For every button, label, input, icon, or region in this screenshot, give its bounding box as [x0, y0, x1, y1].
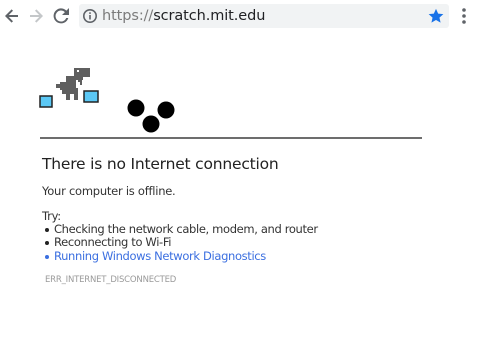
- star-icon[interactable]: [427, 7, 445, 25]
- offline-dino-illustration[interactable]: [36, 60, 186, 140]
- kebab-menu-icon[interactable]: [458, 6, 470, 26]
- arrow-right-icon: [30, 9, 43, 23]
- error-heading: There is no Internet connection: [42, 155, 279, 173]
- network-diagnostics-link[interactable]: Running Windows Network Diagnostics: [42, 249, 318, 263]
- computer-icon-right: [83, 90, 99, 103]
- suggestions-list: Checking the network cable, modem, and r…: [42, 222, 318, 263]
- browser-toolbar: https://scratch.mit.edu: [0, 0, 480, 32]
- horizon-line: [40, 137, 422, 139]
- browser-window: https://scratch.mit.edu There is no Inte…: [0, 0, 480, 360]
- url-scheme: https://: [102, 8, 154, 24]
- url-host: scratch.mit.edu: [153, 8, 266, 24]
- error-code: ERR_INTERNET_DISCONNECTED: [45, 275, 177, 285]
- url-text[interactable]: https://scratch.mit.edu: [102, 7, 265, 25]
- reload-button[interactable]: [50, 4, 72, 28]
- error-subtitle: Your computer is offline.: [42, 184, 176, 198]
- address-bar[interactable]: https://scratch.mit.edu: [79, 4, 449, 28]
- back-button[interactable]: [2, 4, 22, 28]
- dots-icon: [127, 99, 175, 133]
- reload-icon: [53, 8, 69, 24]
- forward-button[interactable]: [26, 4, 46, 28]
- computer-icon-left: [39, 95, 53, 108]
- suggestion-reconnect-wifi: Reconnecting to Wi-Fi: [42, 235, 318, 249]
- arrow-left-icon: [5, 9, 18, 23]
- try-label: Try:: [42, 209, 61, 223]
- suggestion-network-cable: Checking the network cable, modem, and r…: [42, 222, 318, 236]
- info-icon[interactable]: [82, 8, 98, 24]
